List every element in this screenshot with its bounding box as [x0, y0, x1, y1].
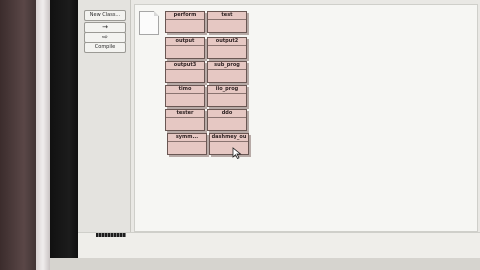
class-name: output3: [166, 62, 204, 70]
left-toolbar: New Class... → ⇨ Compile: [78, 0, 131, 232]
monitor-bottom-edge: [50, 258, 480, 270]
class-name: output: [166, 38, 204, 46]
class-box[interactable]: timo: [165, 85, 205, 107]
class-box[interactable]: test: [207, 11, 247, 33]
background-wall-edge: [36, 0, 50, 270]
class-name: output2: [208, 38, 246, 46]
mouse-cursor-icon: [232, 147, 242, 159]
background-wall: [0, 0, 40, 270]
bluej-window: New Class... → ⇨ Compile perform test ou…: [78, 0, 480, 263]
class-name: timo: [166, 86, 204, 94]
class-box[interactable]: iio_prog: [207, 85, 247, 107]
splitter-handle[interactable]: [96, 233, 126, 237]
class-name: symm...: [168, 134, 206, 142]
class-box[interactable]: sub_prog: [207, 61, 247, 83]
readme-note-icon[interactable]: [139, 11, 159, 35]
class-box[interactable]: output2: [207, 37, 247, 59]
class-name: tester: [166, 110, 204, 118]
class-name: ddo: [208, 110, 246, 118]
class-box[interactable]: perform: [165, 11, 205, 33]
class-diagram-canvas[interactable]: perform test output output2 output3 sub_…: [134, 4, 478, 232]
compile-button[interactable]: Compile: [84, 42, 126, 53]
note-fold: [154, 11, 159, 16]
class-box[interactable]: ddo: [207, 109, 247, 131]
class-box[interactable]: tester: [165, 109, 205, 131]
class-box[interactable]: output: [165, 37, 205, 59]
new-class-button[interactable]: New Class...: [84, 10, 126, 21]
class-name: dashmey_ou: [210, 134, 248, 142]
class-name: test: [208, 12, 246, 20]
class-box[interactable]: output3: [165, 61, 205, 83]
class-box[interactable]: symm...: [167, 133, 207, 155]
class-box[interactable]: dashmey_ou: [209, 133, 249, 155]
class-name: perform: [166, 12, 204, 20]
class-name: iio_prog: [208, 86, 246, 94]
class-name: sub_prog: [208, 62, 246, 70]
